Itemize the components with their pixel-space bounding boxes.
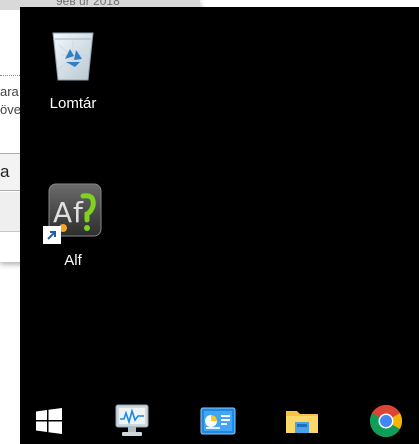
background-text-line: övе <box>0 102 20 117</box>
background-combo-field[interactable]: a <box>0 153 20 191</box>
start-button[interactable] <box>28 400 70 442</box>
desktop-icon-label: Lomtár <box>49 95 97 112</box>
control-panel-icon <box>200 407 236 435</box>
recycle-bin-icon <box>52 32 94 81</box>
shortcut-arrow-icon <box>43 226 61 244</box>
taskbar-performance-monitor[interactable] <box>111 400 153 442</box>
taskbar-control-panel[interactable] <box>197 400 239 442</box>
chrome-icon <box>369 404 403 438</box>
desktop-icon-label: Alf <box>64 252 82 269</box>
taskbar-file-explorer[interactable] <box>281 400 323 442</box>
background-panel <box>0 192 20 232</box>
taskbar-chrome[interactable] <box>365 400 407 442</box>
combo-value: a <box>0 162 10 181</box>
dotted-separator <box>0 75 20 76</box>
windows-logo-icon <box>36 408 62 434</box>
desktop[interactable]: Lomtár A f Alf <box>20 7 419 444</box>
monitor-chart-icon <box>115 404 149 436</box>
background-text-line: ara <box>0 84 19 99</box>
desktop-icon-recycle-bin[interactable]: Lomtár <box>33 25 113 112</box>
taskbar <box>20 396 419 444</box>
folder-icon <box>286 411 318 433</box>
desktop-icon-alf[interactable]: A f Alf <box>33 182 113 269</box>
svg-text:f: f <box>73 196 84 229</box>
